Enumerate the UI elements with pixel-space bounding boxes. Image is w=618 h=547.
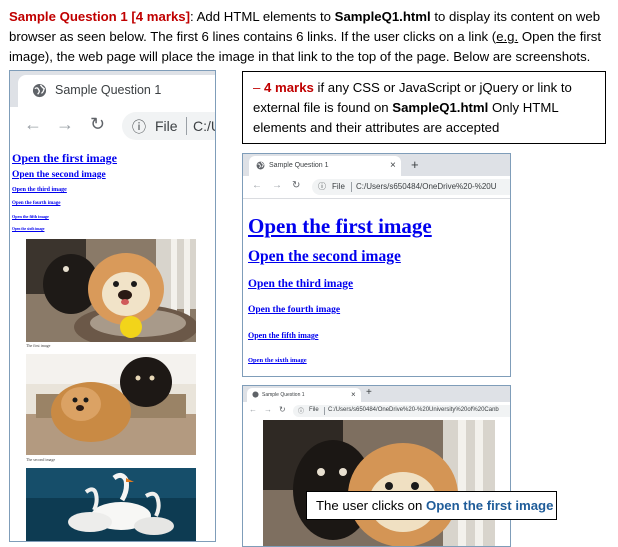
- address-path: C:/Users/s650484/OneDrive%20-%20Universi…: [328, 407, 499, 413]
- back-arrow-icon[interactable]: ←: [252, 180, 262, 191]
- tab-strip: Sample Question 1 × +: [243, 386, 510, 402]
- dogs-chair-image: [26, 354, 196, 455]
- tab-title: Sample Question 1: [269, 162, 329, 169]
- file-label: File: [309, 407, 319, 413]
- question-label: Sample Question 1 [4 marks]: [9, 9, 191, 24]
- link-fifth-image[interactable]: Open the fifth image: [12, 210, 117, 223]
- swans-image: [26, 468, 196, 541]
- browser-screenshot-3: Sample Question 1 × + ← → ↻ ⓘ File C:/Us…: [242, 385, 511, 547]
- link-first-image[interactable]: Open the first image: [12, 149, 117, 167]
- back-arrow-icon[interactable]: ←: [24, 114, 42, 135]
- link-fourth-image[interactable]: Open the fourth image: [12, 197, 117, 210]
- info-icon[interactable]: ⓘ: [132, 117, 146, 137]
- address-separator: [324, 407, 325, 415]
- dogs-image-large: [263, 420, 495, 546]
- info-icon[interactable]: ⓘ: [318, 181, 326, 192]
- forward-arrow-icon[interactable]: →: [56, 114, 74, 135]
- globe-icon: [256, 161, 265, 172]
- link-fifth-image[interactable]: Open the fifth image: [248, 323, 432, 348]
- plus-icon[interactable]: +: [411, 157, 419, 172]
- tab-strip: Sample Question 1: [10, 71, 215, 107]
- reload-icon[interactable]: ↻: [292, 180, 300, 191]
- link-first-image[interactable]: Open the first image: [248, 210, 432, 242]
- first-image-caption: The first image: [26, 343, 51, 348]
- dogs-image: [26, 239, 196, 342]
- note-dash: –: [253, 80, 264, 95]
- note-marks: 4 marks: [264, 80, 314, 95]
- reload-icon[interactable]: ↻: [90, 114, 105, 135]
- address-bar[interactable]: ⓘ File C:/Users/s650484/OneDrive%20-%20U…: [293, 405, 510, 417]
- browser-tab[interactable]: Sample Question 1 ×: [249, 156, 401, 176]
- back-arrow-icon[interactable]: ←: [249, 405, 257, 414]
- click-note-link: Open the first image: [425, 498, 554, 513]
- file-label: File: [155, 118, 178, 134]
- link-fourth-image[interactable]: Open the fourth image: [248, 297, 432, 323]
- address-separator: [351, 182, 352, 192]
- tab-title: Sample Question 1: [262, 392, 305, 398]
- browser-screenshot-2: Sample Question 1 × + ← → ↻ ⓘ File C:/Us…: [242, 153, 511, 377]
- browser-tab[interactable]: Sample Question 1: [18, 75, 215, 107]
- second-image-caption: The second image: [26, 457, 56, 462]
- intro-filename: SampleQ1.html: [334, 9, 431, 24]
- globe-icon: [32, 83, 47, 101]
- toolbar: ← → ↻ ⓘ File C:/Users/s650484/OneDrive%2…: [243, 176, 510, 199]
- link-third-image[interactable]: Open the third image: [248, 271, 432, 297]
- plus-icon[interactable]: +: [366, 387, 372, 398]
- question-intro: Sample Question 1 [4 marks]: Add HTML el…: [9, 7, 611, 67]
- address-bar[interactable]: ⓘ File C:/Users/s650484/OneDrive%20-%20U: [312, 179, 510, 195]
- tab-title: Sample Question 1: [55, 83, 162, 97]
- file-label: File: [332, 182, 345, 191]
- address-separator: [186, 117, 187, 135]
- link-list: Open the first image Open the second ima…: [12, 149, 117, 235]
- address-path: C:/U: [193, 118, 215, 134]
- toolbar: ← → ↻ ⓘ File C:/U: [10, 107, 215, 145]
- forward-arrow-icon[interactable]: →: [264, 405, 272, 414]
- click-note-text: The user clicks on: [316, 498, 426, 513]
- close-icon[interactable]: ×: [351, 390, 356, 399]
- address-path: C:/Users/s650484/OneDrive%20-%20U: [356, 182, 497, 191]
- marks-note-box: – 4 marks if any CSS or JavaScript or jQ…: [242, 71, 606, 144]
- link-third-image[interactable]: Open the third image: [12, 184, 117, 197]
- click-note-box: The user clicks on Open the first image: [306, 491, 557, 520]
- link-list: Open the first image Open the second ima…: [248, 210, 432, 373]
- info-icon[interactable]: ⓘ: [298, 406, 304, 415]
- link-second-image[interactable]: Open the second image: [12, 167, 117, 184]
- intro-eg: e.g.: [496, 29, 519, 44]
- close-icon[interactable]: ×: [390, 160, 396, 171]
- intro-text-1: : Add HTML elements to: [190, 9, 335, 24]
- link-sixth-image[interactable]: Open the sixth image: [12, 223, 117, 235]
- toolbar: ← → ↻ ⓘ File C:/Users/s650484/OneDrive%2…: [243, 402, 510, 420]
- browser-tab[interactable]: Sample Question 1 ×: [247, 388, 361, 402]
- address-bar[interactable]: ⓘ File C:/U: [122, 112, 215, 140]
- browser-screenshot-1: Sample Question 1 ← → ↻ ⓘ File C:/U Open…: [9, 70, 216, 542]
- link-sixth-image[interactable]: Open the sixth image: [248, 348, 432, 373]
- forward-arrow-icon[interactable]: →: [272, 180, 282, 191]
- reload-icon[interactable]: ↻: [279, 405, 286, 414]
- tab-strip: Sample Question 1 × +: [243, 154, 510, 176]
- globe-icon: [252, 391, 259, 400]
- link-second-image[interactable]: Open the second image: [248, 242, 432, 271]
- note-filename: SampleQ1.html: [392, 100, 489, 115]
